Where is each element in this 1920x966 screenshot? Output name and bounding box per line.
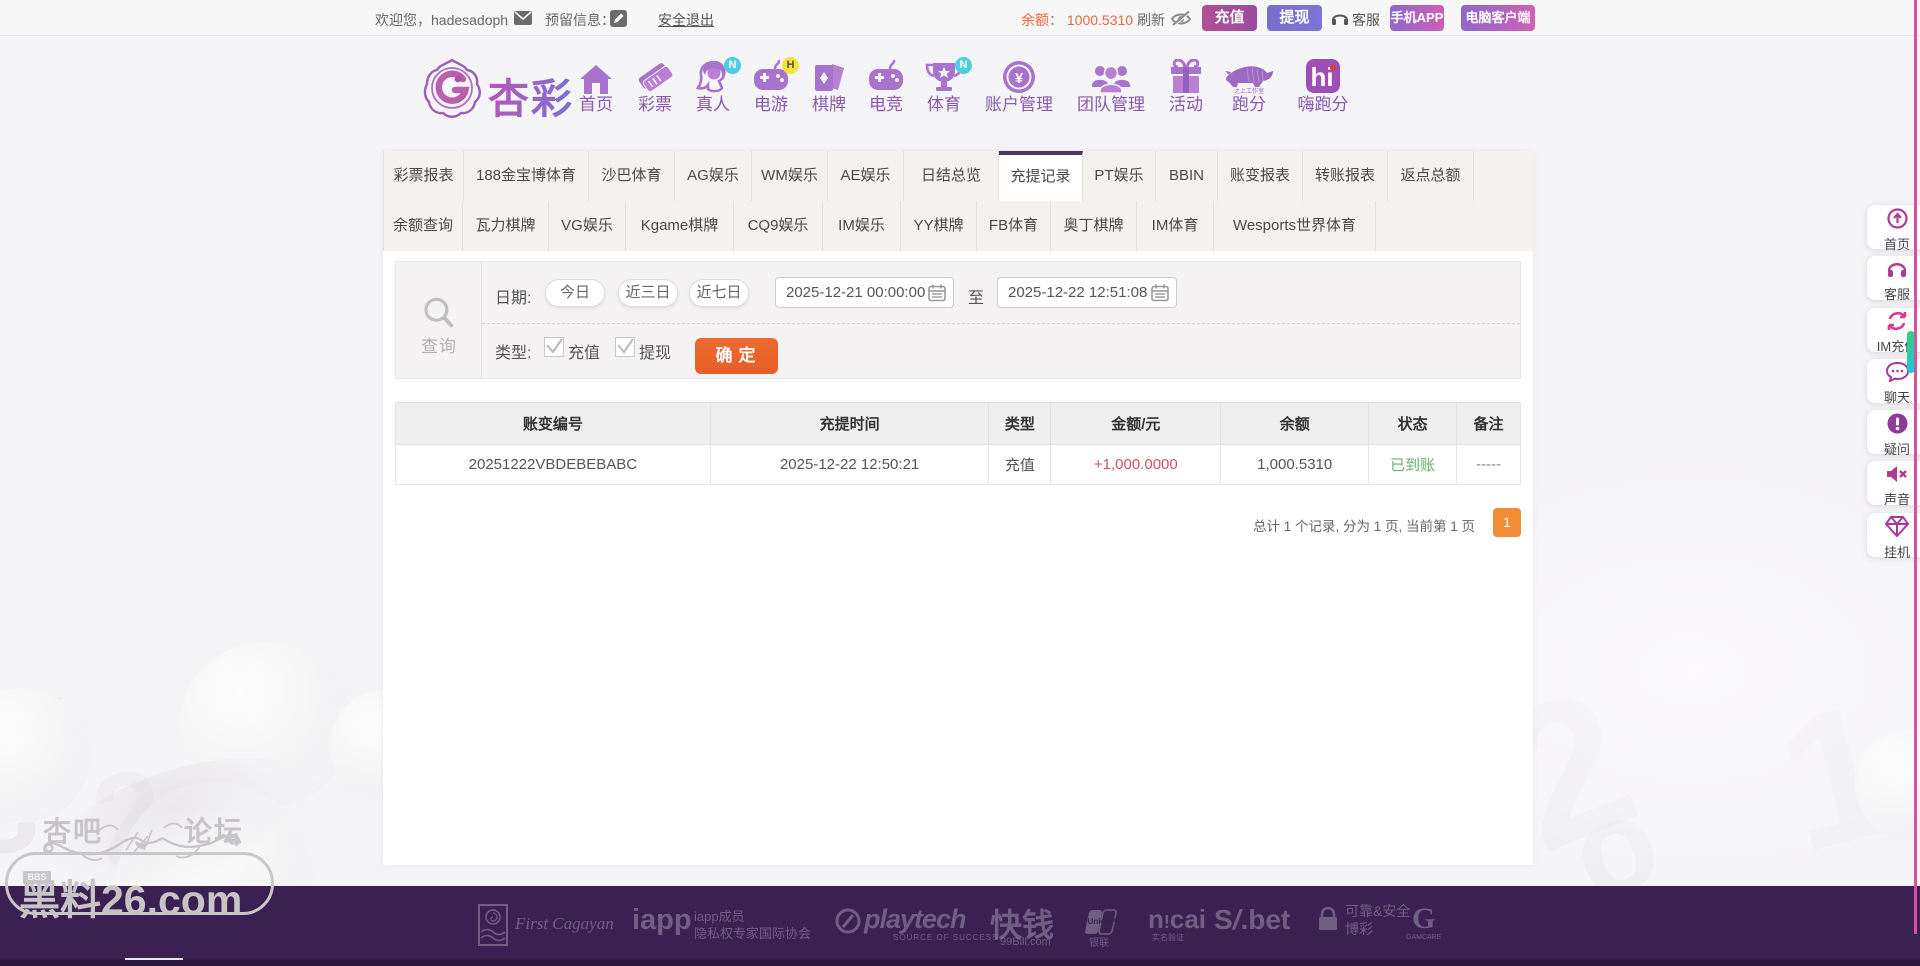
svg-text:UnionPay: UnionPay <box>1088 917 1125 926</box>
svg-text:之上工作室: 之上工作室 <box>1234 87 1264 95</box>
svg-text:hi: hi <box>1310 62 1333 92</box>
svg-text:¥: ¥ <box>1015 70 1024 87</box>
